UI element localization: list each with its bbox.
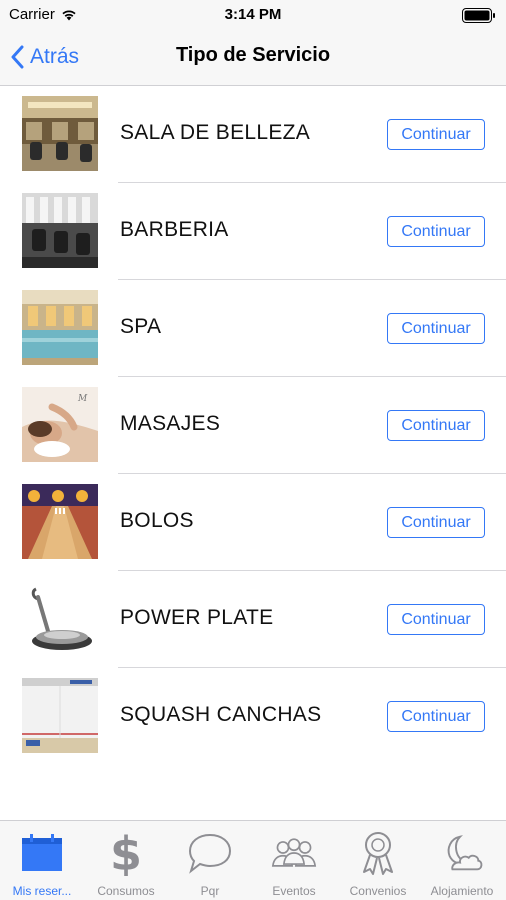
moon-cloud-icon [439,831,485,875]
list-item: SALA DE BELLEZA Continuar [0,86,506,183]
continue-button[interactable]: Continuar [387,507,485,538]
service-label: SQUASH CANCHAS [120,703,322,726]
service-label: SALA DE BELLEZA [120,121,311,144]
tab-label: Consumos [97,884,155,898]
barbershop-photo [22,193,98,268]
squash-court-photo [22,678,98,753]
service-label: POWER PLATE [120,606,274,629]
tab-convenios[interactable]: Convenios [336,821,420,900]
award-icon [355,831,401,875]
service-label: MASAJES [120,412,221,435]
list-item: M MASAJES Continuar [0,377,506,474]
spa-pool-photo [22,290,98,365]
tab-label: Mis reser... [12,884,72,898]
continue-button[interactable]: Continuar [387,604,485,635]
tab-eventos[interactable]: Eventos [252,821,336,900]
battery-icon [462,8,495,23]
service-label: SPA [120,315,162,338]
navigation-bar: Atrás Tipo de Servicio [0,30,506,86]
tab-label: Alojamiento [430,884,494,898]
services-list: SALA DE BELLEZA Continuar BARBERIA Conti… [0,86,506,765]
tab-mis-reservas[interactable]: Mis reser... [0,821,84,900]
tab-pqr[interactable]: Pqr [168,821,252,900]
continue-button[interactable]: Continuar [387,313,485,344]
status-time: 3:14 PM [224,6,282,23]
list-item: POWER PLATE Continuar [0,571,506,668]
svg-text:M: M [77,394,88,404]
power-plate-machine-photo [22,581,98,656]
continue-button[interactable]: Continuar [387,216,485,247]
continue-button[interactable]: Continuar [387,410,485,441]
list-item: SPA Continuar [0,280,506,377]
people-icon [271,831,317,875]
page-title: Tipo de Servicio [175,44,331,66]
list-item: BOLOS Continuar [0,474,506,571]
speech-bubble-icon [187,831,233,875]
bowling-lanes-photo [22,484,98,559]
status-bar: Carrier 3:14 PM [0,0,506,30]
list-item: BARBERIA Continuar [0,183,506,280]
beauty-salon-photo [22,96,98,171]
massage-photo: M [22,387,98,462]
tab-bar: Mis reser... $ Consumos Pqr Eventos Conv… [0,820,506,900]
svg-text:$: $ [110,830,142,876]
list-item: SQUASH CANCHAS Continuar [0,668,506,765]
service-label: BOLOS [120,509,194,532]
dollar-icon: $ [103,830,149,876]
tab-label: Pqr [200,884,220,898]
calendar-icon [19,831,65,875]
continue-button[interactable]: Continuar [387,119,485,150]
tab-consumos[interactable]: $ Consumos [84,821,168,900]
service-label: BARBERIA [120,218,229,241]
continue-button[interactable]: Continuar [387,701,485,732]
tab-label: Convenios [349,884,407,898]
tab-label: Eventos [272,884,316,898]
tab-alojamiento[interactable]: Alojamiento [420,821,504,900]
